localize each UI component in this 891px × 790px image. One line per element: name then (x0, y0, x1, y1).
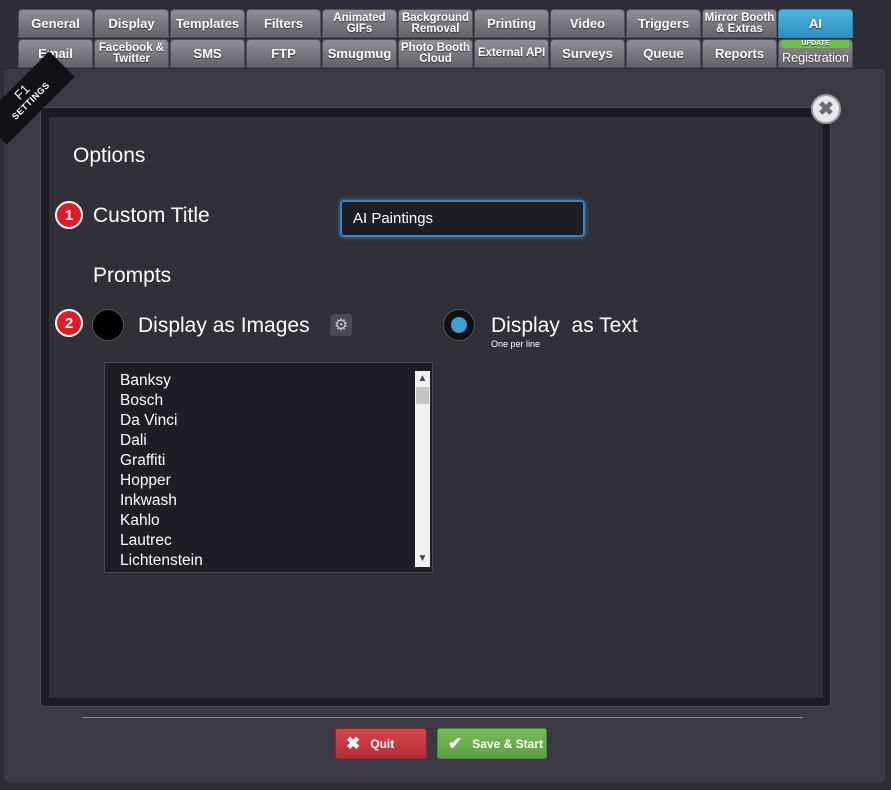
display-as-text-sublabel: One per line (491, 339, 541, 349)
prompts-listbox[interactable]: Banksy Bosch Da Vinci Dali Graffiti Hopper Ink… (104, 362, 433, 573)
radio-selected-dot (451, 317, 467, 333)
tab-label: Triggers (637, 16, 690, 31)
tab-label: Printing (486, 16, 537, 31)
tab-row-1: General Display Templates Filters Animated G… (18, 9, 853, 38)
tab-label: Registration (782, 51, 849, 65)
tab-label: Animated GIFs (333, 11, 386, 35)
tab-sms[interactable]: SMS (170, 39, 245, 68)
custom-title-input[interactable] (340, 200, 585, 237)
tab-surveys[interactable]: Surveys (550, 39, 625, 68)
tab-row-2: Email Facebook & Twitter SMS FTP Smugmug Phot… (18, 39, 853, 68)
tab-label: Mirror Booth & Extras (704, 11, 775, 35)
tab-label: Surveys (562, 46, 613, 61)
tab-queue[interactable]: Queue (626, 39, 701, 68)
gear-icon: ⚙ (333, 317, 349, 334)
tab-printing[interactable]: Printing (474, 9, 549, 38)
list-item[interactable]: Dali (120, 431, 203, 451)
tab-label: Filters (263, 16, 303, 31)
tab-mirror-booth-extras[interactable]: Mirror Booth & Extras (702, 9, 777, 38)
display-as-images-label: Display as Images (138, 314, 310, 337)
tab-display[interactable]: Display (94, 9, 169, 38)
tab-label: Background Removal (401, 11, 470, 35)
custom-title-label: Custom Title (93, 204, 210, 227)
tab-label: Display (108, 16, 155, 31)
tab-video[interactable]: Video (550, 9, 625, 38)
save-label: Save & Start (472, 736, 543, 751)
scroll-thumb[interactable] (416, 387, 429, 404)
step-1-badge: 1 (55, 201, 83, 229)
tab-general[interactable]: General (18, 9, 93, 38)
tab-triggers[interactable]: Triggers (626, 9, 701, 38)
checkmark-icon: ✔ (448, 733, 463, 753)
prompts-list: Banksy Bosch Da Vinci Dali Graffiti Hopper Ink… (120, 371, 203, 571)
list-item[interactable]: Banksy (120, 371, 203, 391)
list-item[interactable]: Kahlo (120, 511, 203, 531)
tab-label: FTP (271, 46, 296, 61)
tab-reports[interactable]: Reports (702, 39, 777, 68)
tab-registration[interactable]: UPDATE Registration (778, 39, 853, 68)
tab-label: Facebook & Twitter (98, 41, 165, 65)
tab-facebook-twitter[interactable]: Facebook & Twitter (94, 39, 169, 68)
list-item[interactable]: Da Vinci (120, 411, 203, 431)
tab-photo-booth-cloud[interactable]: Photo Booth Cloud (398, 39, 473, 68)
update-badge: UPDATE (782, 40, 849, 48)
tab-ftp[interactable]: FTP (246, 39, 321, 68)
tab-label: Templates (175, 16, 240, 31)
tab-label: General (31, 16, 80, 31)
settings-tab-bar: General Display Templates Filters Animated G… (18, 9, 853, 69)
tab-external-api[interactable]: External API (474, 39, 549, 68)
tab-animated-gifs[interactable]: Animated GIFs (322, 9, 397, 38)
tab-label: Photo Booth Cloud (401, 41, 470, 65)
tab-label: AI (809, 16, 822, 31)
tab-templates[interactable]: Templates (170, 9, 245, 38)
image-prompts-settings-button[interactable]: ⚙ (330, 314, 352, 336)
tab-filters[interactable]: Filters (246, 9, 321, 38)
quit-label: Quit (370, 736, 395, 751)
close-icon: ✖ (818, 98, 834, 120)
tab-label: Smugmug (327, 46, 392, 61)
list-item[interactable]: Lichtenstein (120, 551, 203, 571)
footer-divider (82, 717, 803, 718)
tab-ai[interactable]: AI (778, 9, 853, 38)
list-item[interactable]: Graffiti (120, 451, 203, 471)
close-button[interactable]: ✖ (811, 94, 841, 124)
list-item[interactable]: Lautrec (120, 531, 203, 551)
list-item[interactable]: Bosch (120, 391, 203, 411)
prompts-heading: Prompts (93, 264, 172, 287)
list-item[interactable]: Inkwash (120, 491, 203, 511)
quit-button[interactable]: ✖ Quit (335, 728, 427, 759)
display-as-text-label: Display as Text (491, 314, 638, 337)
tab-background-removal[interactable]: Background Removal (398, 9, 473, 38)
x-icon: ✖ (346, 733, 361, 753)
display-as-text-radio[interactable] (443, 309, 475, 341)
tab-label: External API (477, 47, 546, 59)
tab-label: Video (569, 16, 606, 31)
tab-smugmug[interactable]: Smugmug (322, 39, 397, 68)
listbox-scrollbar[interactable]: ▲ ▼ (415, 371, 430, 567)
step-2-badge: 2 (55, 309, 83, 337)
tab-label: SMS (193, 46, 222, 61)
options-heading: Options (73, 144, 146, 167)
save-and-start-button[interactable]: ✔ Save & Start (437, 728, 547, 759)
list-item[interactable]: Hopper (120, 471, 203, 491)
scroll-up-icon[interactable]: ▲ (415, 371, 430, 387)
settings-page: General Display Templates Filters Animated G… (0, 0, 891, 790)
scroll-down-icon[interactable]: ▼ (415, 551, 430, 567)
tab-label: Reports (714, 46, 765, 61)
display-as-images-radio[interactable] (92, 309, 124, 341)
tab-label: Queue (643, 46, 684, 61)
